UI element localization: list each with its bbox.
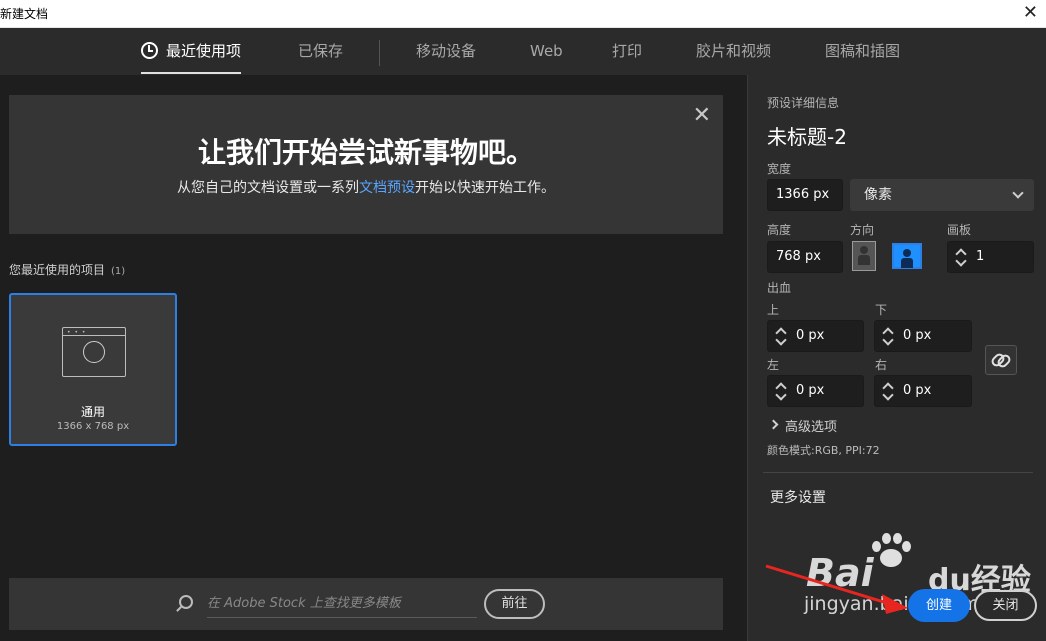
bleed-right-label: 右: [875, 358, 888, 372]
bleed-top-value: 0 px: [796, 328, 825, 343]
portrait-orientation-icon[interactable]: [852, 241, 876, 271]
person-head: [860, 246, 868, 254]
banner-sub-suffix: 开始以快速开始工作。: [415, 180, 555, 196]
tab-divider: [379, 40, 380, 66]
bleed-left-value: 0 px: [796, 383, 825, 398]
bleed-bottom-value: 0 px: [903, 328, 932, 343]
window-title: 新建文档: [0, 7, 49, 21]
bleed-top-stepper[interactable]: 0 px: [767, 320, 864, 352]
color-mode-info: 颜色模式:RGB, PPI:72: [767, 444, 880, 457]
bleed-left-stepper[interactable]: 0 px: [767, 375, 864, 407]
tab-saved[interactable]: 已保存: [298, 28, 343, 75]
presets-link[interactable]: 文档预设: [359, 180, 415, 196]
unit-value: 像素: [864, 187, 892, 203]
landscape-orientation-icon[interactable]: [892, 243, 922, 269]
document-name-field[interactable]: 未标题-2: [767, 121, 847, 150]
create-button[interactable]: 创建: [908, 589, 970, 622]
tab-label: 最近使用项: [166, 42, 242, 60]
close-button[interactable]: 关闭: [974, 590, 1037, 621]
artboard-stepper[interactable]: 1: [947, 241, 1034, 273]
stepper-arrows-icon[interactable]: [881, 379, 897, 405]
tab-film-video[interactable]: 胶片和视频: [696, 28, 771, 75]
link-bleed-icon[interactable]: [985, 345, 1017, 375]
stock-search-bar: 前往: [9, 578, 723, 630]
artboard-label: 画板: [947, 223, 972, 237]
width-label: 宽度: [767, 162, 792, 176]
tab-art-illustration[interactable]: 图稿和插图: [825, 28, 900, 75]
clock-icon: [141, 42, 158, 59]
recent-items-label: 您最近使用的项目 (1): [9, 261, 125, 278]
title-bar: 新建文档 ✕: [0, 0, 1046, 28]
more-settings-link[interactable]: 更多设置: [770, 487, 826, 507]
stock-search-input[interactable]: [207, 590, 477, 618]
orientation-label: 方向: [850, 223, 875, 237]
bleed-right-value: 0 px: [903, 383, 932, 398]
search-icon: [179, 595, 193, 609]
recent-item-card[interactable]: • • • 通用 1366 x 768 px: [9, 293, 177, 446]
close-icon[interactable]: ✕: [693, 103, 711, 128]
welcome-banner: ✕ 让我们开始尝试新事物吧。 从您自己的文档设置或一系列文档预设开始以快速开始工…: [9, 95, 723, 234]
chevron-down-icon: [1012, 187, 1024, 199]
stepper-arrows-icon[interactable]: [774, 324, 790, 350]
close-icon[interactable]: ✕: [1023, 2, 1038, 24]
height-input[interactable]: 768 px: [767, 241, 843, 273]
globe-icon: [83, 341, 105, 363]
tab-mobile[interactable]: 移动设备: [416, 28, 476, 75]
stepper-arrows-icon[interactable]: [881, 324, 897, 350]
height-label: 高度: [767, 223, 792, 237]
banner-sub-prefix: 从您自己的文档设置或一系列: [177, 180, 359, 196]
person-body: [901, 258, 913, 268]
bleed-bottom-label: 下: [875, 303, 888, 317]
advanced-options-toggle[interactable]: 高级选项: [785, 416, 837, 435]
recent-item-dims: 1366 x 768 px: [56, 421, 130, 432]
web-document-icon: • • •: [62, 327, 126, 377]
tab-recent[interactable]: 最近使用项: [141, 28, 242, 75]
panel-divider: [763, 472, 1033, 473]
category-tabs: 最近使用项 已保存 移动设备 Web 打印 胶片和视频 图稿和插图: [0, 28, 1046, 75]
tab-web[interactable]: Web: [530, 28, 563, 75]
banner-headline: 让我们开始尝试新事物吧。: [197, 136, 534, 169]
main-area: ✕ 让我们开始尝试新事物吧。 从您自己的文档设置或一系列文档预设开始以快速开始工…: [0, 75, 747, 641]
bleed-right-stepper[interactable]: 0 px: [874, 375, 972, 407]
artboard-value: 1: [976, 249, 985, 264]
width-input[interactable]: 1366 px: [767, 179, 843, 211]
banner-subtitle: 从您自己的文档设置或一系列文档预设开始以快速开始工作。: [9, 177, 723, 197]
window-bar: [63, 335, 125, 336]
go-button[interactable]: 前往: [484, 589, 545, 619]
preset-section-label: 预设详细信息: [767, 96, 840, 110]
unit-dropdown[interactable]: 像素: [850, 179, 1034, 211]
annotation-arrow: [765, 564, 908, 614]
recent-count: (1): [111, 266, 126, 277]
tab-print[interactable]: 打印: [612, 28, 642, 75]
stepper-arrows-icon[interactable]: [954, 245, 970, 271]
person-body: [858, 255, 870, 265]
stepper-arrows-icon[interactable]: [774, 379, 790, 405]
bleed-bottom-stepper[interactable]: 0 px: [874, 320, 972, 352]
recent-item-name: 通用: [80, 405, 105, 419]
bleed-label: 出血: [767, 281, 792, 295]
chevron-right-icon[interactable]: [768, 419, 779, 430]
recent-label-text: 您最近使用的项目: [9, 263, 106, 277]
bleed-top-label: 上: [767, 303, 780, 317]
bleed-left-label: 左: [767, 358, 780, 372]
person-head: [903, 249, 911, 257]
